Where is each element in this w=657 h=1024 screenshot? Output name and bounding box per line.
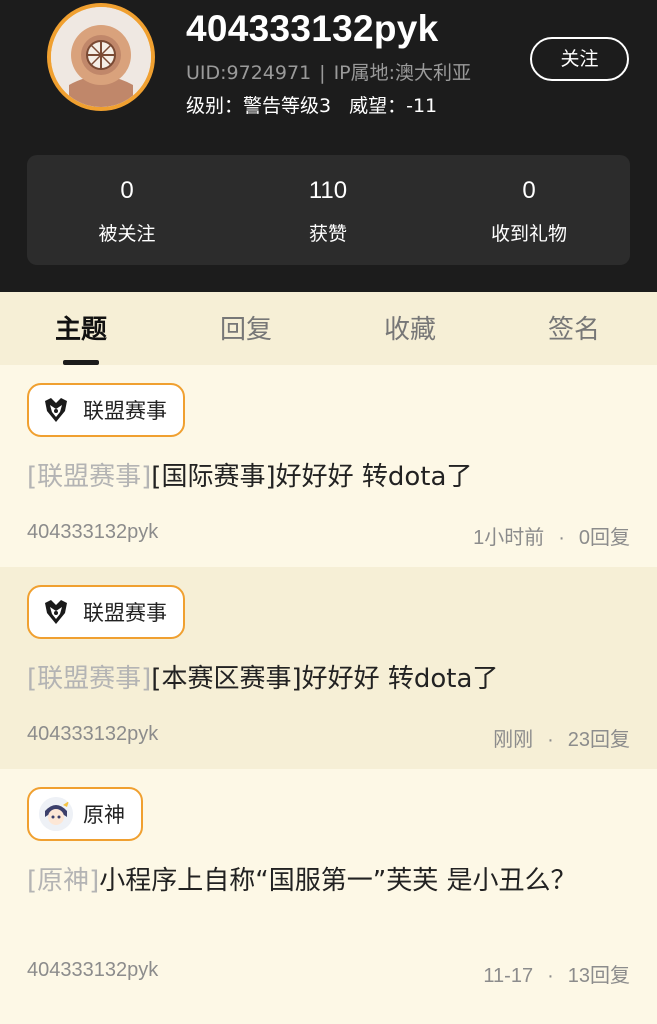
post-item[interactable]: 联盟赛事 [联盟赛事][国际赛事]好好好 转dota了 404333132pyk… [0,365,657,567]
post-category: [原神] [27,866,100,896]
lol-esports-icon [39,393,73,427]
stats-panel: 0 被关注 110 获赞 0 收到礼物 [27,155,630,265]
post-title-text: [本赛区赛事]好好好 转dota了 [151,664,499,694]
genshin-icon [39,797,73,831]
level-text: 级别：警告等级3 [186,95,332,117]
user-avatar[interactable] [47,3,155,111]
stat-value: 0 [120,177,134,204]
post-category: [联盟赛事] [27,664,152,694]
tab-topics[interactable]: 主题 [26,309,136,346]
post-footer: 404333132pyk 11-17 · 13回复 [27,959,630,989]
stat-gifts[interactable]: 0 收到礼物 [439,177,619,246]
forum-tag[interactable]: 原神 [27,787,143,841]
post-title[interactable]: [联盟赛事][本赛区赛事]好好好 转dota了 [27,661,627,697]
stat-label: 获赞 [308,223,347,245]
tab-bar: 主题 回复 收藏 签名 [0,292,657,365]
post-item[interactable]: 原神 [原神]小程序上自称“国服第一”芙芙 是小丑么？ 404333132pyk… [0,769,657,1009]
stat-value: 110 [308,177,348,204]
follow-button[interactable]: 关注 [530,37,629,81]
post-time: 1小时前 [473,527,545,549]
post-time: 11-17 [483,965,534,987]
post-replies: 13回复 [567,965,630,987]
dot-separator: · [547,965,554,987]
user-meta: UID:9724971 | IP属地:澳大利亚 [186,58,471,85]
lol-esports-icon [39,595,73,629]
post-time: 刚刚 [493,729,534,751]
stat-label: 被关注 [98,223,156,245]
post-replies: 0回复 [578,527,630,549]
stat-value: 0 [522,177,536,204]
post-title[interactable]: [联盟赛事][国际赛事]好好好 转dota了 [27,459,627,495]
tag-label: 联盟赛事 [83,601,167,625]
post-author[interactable]: 404333132pyk [27,521,158,544]
tab-favorites[interactable]: 收藏 [355,309,465,346]
uid-text: UID:9724971 [186,62,312,84]
stat-followers[interactable]: 0 被关注 [37,177,217,246]
tag-label: 联盟赛事 [83,399,167,423]
post-replies: 23回复 [567,729,630,751]
diving-helmet-icon [51,7,151,107]
stat-label: 收到礼物 [490,223,567,245]
username: 404333132pyk [186,8,439,49]
post-item[interactable]: 联盟赛事 [联盟赛事][本赛区赛事]好好好 转dota了 404333132py… [0,567,657,769]
forum-tag[interactable]: 联盟赛事 [27,585,185,639]
tab-signature[interactable]: 签名 [519,309,629,346]
ip-location: IP属地:澳大利亚 [333,62,472,84]
tab-replies[interactable]: 回复 [191,309,301,346]
dot-separator: · [558,527,565,549]
forum-tag[interactable]: 联盟赛事 [27,383,185,437]
post-title-text: [国际赛事]好好好 转dota了 [151,462,473,492]
post-title-text: 小程序上自称“国服第一”芙芙 是小丑么？ [99,866,577,896]
tag-label: 原神 [83,803,125,827]
post-title[interactable]: [原神]小程序上自称“国服第一”芙芙 是小丑么？ [27,863,627,899]
user-level: 级别：警告等级3 威望：-11 [186,91,437,118]
post-footer: 404333132pyk 刚刚 · 23回复 [27,723,630,753]
post-author[interactable]: 404333132pyk [27,959,158,982]
post-author[interactable]: 404333132pyk [27,723,158,746]
dot-separator: · [547,729,554,751]
post-category: [联盟赛事] [27,462,152,492]
stat-likes[interactable]: 110 获赞 [238,177,418,246]
post-footer: 404333132pyk 1小时前 · 0回复 [27,521,630,551]
profile-header: 404333132pyk UID:9724971 | IP属地:澳大利亚 级别：警告… [0,0,657,292]
prestige-text: 威望：-11 [349,95,438,117]
meta-separator: | [319,62,326,84]
